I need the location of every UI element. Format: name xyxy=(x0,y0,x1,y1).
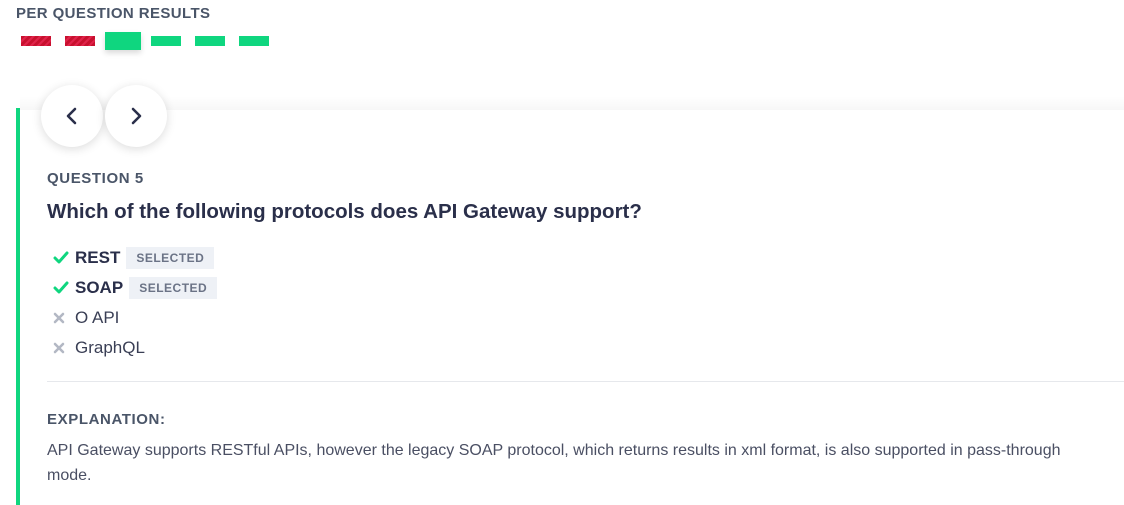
question-result-5[interactable] xyxy=(195,36,225,46)
check-icon xyxy=(53,251,75,265)
next-question-button[interactable] xyxy=(105,85,167,147)
cross-icon xyxy=(53,342,75,354)
answer-text: SOAP xyxy=(75,278,124,297)
question-text: Which of the following protocols does AP… xyxy=(47,200,642,223)
chevron-left-icon xyxy=(66,107,77,125)
question-result-6[interactable] xyxy=(239,36,269,46)
question-result-3-current[interactable] xyxy=(105,32,141,50)
check-icon xyxy=(53,281,75,295)
question-number-label: QUESTION 5 xyxy=(47,170,144,187)
answer-list: REST SELECTED SOAP SELECTED O API GraphQ… xyxy=(53,243,218,363)
question-result-1[interactable] xyxy=(21,36,51,46)
answer-option-o-api: O API xyxy=(53,303,217,333)
section-divider xyxy=(47,381,1124,382)
answer-option-soap: SOAP SELECTED xyxy=(53,273,218,303)
cross-icon xyxy=(53,312,75,324)
chevron-right-icon xyxy=(131,107,142,125)
answer-text: O API xyxy=(75,308,120,327)
question-result-2[interactable] xyxy=(65,36,95,46)
explanation-label: EXPLANATION: xyxy=(47,411,166,428)
question-result-4[interactable] xyxy=(151,36,181,46)
selected-badge: SELECTED xyxy=(129,277,218,299)
explanation-text: API Gateway supports RESTful APIs, howev… xyxy=(47,442,1061,484)
answer-text: REST xyxy=(75,248,121,267)
selected-badge: SELECTED xyxy=(126,247,215,269)
answer-option-rest: REST SELECTED xyxy=(53,243,217,273)
per-question-results-bar xyxy=(0,30,300,54)
results-title: PER QUESTION RESULTS xyxy=(16,5,211,22)
answer-option-graphql: GraphQL xyxy=(53,333,217,363)
answer-text: GraphQL xyxy=(75,338,145,357)
previous-question-button[interactable] xyxy=(41,85,103,147)
quiz-results-page: PER QUESTION RESULTS QUESTION 5 Which of… xyxy=(0,0,1124,505)
